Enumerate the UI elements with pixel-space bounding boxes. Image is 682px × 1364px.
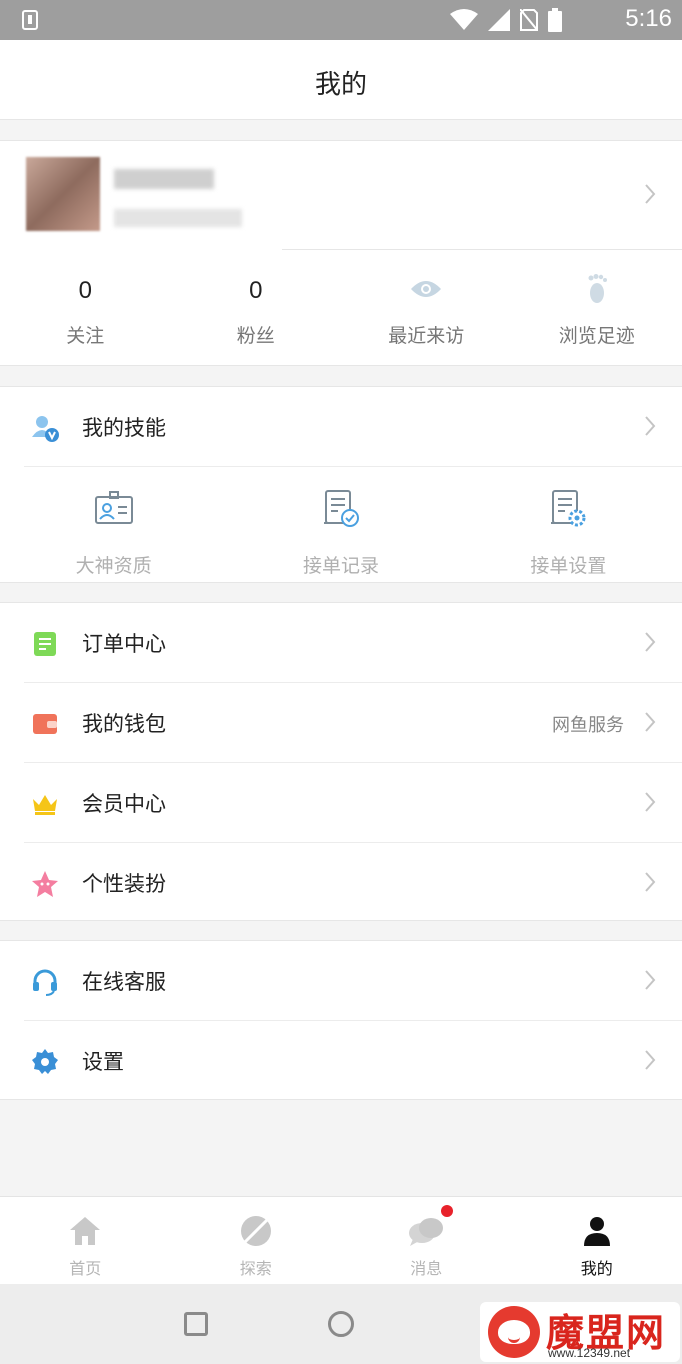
browse-history-label: 浏览足迹 — [558, 325, 635, 347]
stat-fans[interactable]: 0 粉丝 — [171, 269, 342, 349]
my-skills-row[interactable]: 我的技能 — [0, 387, 682, 467]
customer-service-row[interactable]: 在线客服 — [0, 941, 682, 1021]
settings-row[interactable]: 设置 — [0, 1021, 682, 1101]
profile-stats: 0 关注 0 粉丝 最近来访 浏览足迹 — [0, 269, 682, 349]
mascot-logo-icon — [488, 1306, 540, 1358]
menu-group-services: 订单中心 我的钱包 网鱼服务 会员中心 个性装扮 — [0, 602, 682, 921]
username-blurred — [114, 169, 214, 189]
menu-group-support: 在线客服 设置 — [0, 940, 682, 1100]
stat-following[interactable]: 0 关注 — [0, 269, 171, 349]
recent-visitors-label: 最近来访 — [388, 325, 465, 347]
user-id-blurred — [114, 209, 242, 227]
skill-order-settings-label: 接单设置 — [530, 555, 607, 577]
doc-check-icon — [323, 490, 359, 527]
chat-icon — [409, 1218, 444, 1246]
skill-qualification-label: 大神资质 — [75, 555, 152, 577]
wallet-icon — [33, 714, 57, 734]
chevron-right-icon — [645, 872, 656, 892]
skills-section: 我的技能 大神资质 接单记录 接单设置 — [0, 386, 682, 583]
wallet-label: 我的钱包 — [82, 712, 166, 736]
chevron-right-icon — [645, 712, 656, 732]
skill-order-records-label: 接单记录 — [302, 555, 379, 577]
id-card-icon — [94, 491, 133, 524]
headset-icon — [33, 969, 57, 996]
tab-explore[interactable]: 探索 — [171, 1197, 342, 1284]
clock: 5:16 — [625, 5, 672, 32]
recents-button[interactable] — [184, 1312, 208, 1336]
battery-icon — [548, 8, 562, 32]
tab-me-label: 我的 — [580, 1259, 613, 1278]
bottom-tab-bar: 首页 探索 消息 我的 — [0, 1196, 682, 1284]
personalize-label: 个性装扮 — [82, 872, 166, 896]
stat-recent-visitors[interactable]: 最近来访 — [341, 269, 512, 349]
tab-home-label: 首页 — [69, 1259, 102, 1278]
unread-badge — [441, 1205, 453, 1217]
skill-order-settings[interactable]: 接单设置 — [455, 467, 682, 583]
tab-explore-label: 探索 — [239, 1259, 272, 1278]
tab-messages[interactable]: 消息 — [341, 1197, 512, 1284]
doc-gear-icon — [551, 490, 586, 527]
skill-grid: 大神资质 接单记录 接单设置 — [0, 467, 682, 583]
membership-row[interactable]: 会员中心 — [0, 763, 682, 843]
membership-label: 会员中心 — [82, 792, 166, 816]
stat-browse-history[interactable]: 浏览足迹 — [512, 269, 682, 349]
watermark: 魔盟网 www.12349.net — [480, 1302, 680, 1362]
tab-home[interactable]: 首页 — [0, 1197, 171, 1284]
chevron-right-icon — [645, 792, 656, 812]
fans-count: 0 — [249, 277, 263, 304]
divider — [282, 249, 682, 250]
chevron-right-icon — [645, 416, 656, 436]
order-icon — [34, 632, 56, 656]
customer-service-label: 在线客服 — [82, 970, 166, 994]
following-label: 关注 — [66, 325, 105, 347]
no-sim-icon — [520, 9, 538, 31]
status-icons — [450, 8, 562, 32]
order-center-label: 订单中心 — [82, 632, 166, 656]
chevron-right-icon — [645, 970, 656, 990]
download-icon — [22, 10, 38, 30]
crown-icon — [33, 795, 57, 815]
watermark-url: www.12349.net — [548, 1346, 631, 1360]
signal-icon — [488, 9, 510, 31]
star-icon — [32, 871, 58, 897]
wallet-row[interactable]: 我的钱包 网鱼服务 — [0, 683, 682, 763]
personalize-row[interactable]: 个性装扮 — [0, 843, 682, 923]
home-button[interactable] — [328, 1311, 354, 1337]
gear-icon — [32, 1049, 58, 1074]
title-bar: 我的 — [0, 40, 682, 120]
user-verified-icon — [32, 416, 59, 442]
status-bar: 5:16 — [0, 0, 682, 40]
home-icon — [70, 1217, 101, 1245]
tab-me[interactable]: 我的 — [512, 1197, 682, 1284]
skill-order-records[interactable]: 接单记录 — [227, 467, 454, 583]
wifi-icon — [450, 9, 478, 30]
chevron-right-icon — [645, 1050, 656, 1070]
order-center-row[interactable]: 订单中心 — [0, 603, 682, 683]
page-title: 我的 — [314, 70, 367, 100]
following-count: 0 — [78, 277, 92, 304]
my-skills-label: 我的技能 — [82, 416, 166, 440]
settings-label: 设置 — [82, 1050, 124, 1074]
explore-icon — [240, 1216, 271, 1246]
footprint-icon — [588, 274, 607, 303]
chevron-right-icon — [645, 632, 656, 652]
skill-qualification[interactable]: 大神资质 — [0, 467, 227, 583]
fans-label: 粉丝 — [236, 325, 275, 347]
avatar[interactable] — [26, 157, 100, 231]
person-icon — [583, 1217, 610, 1246]
tab-messages-label: 消息 — [410, 1259, 443, 1278]
chevron-right-icon[interactable] — [644, 183, 656, 205]
eye-icon — [411, 281, 442, 297]
profile-card[interactable]: 0 关注 0 粉丝 最近来访 浏览足迹 — [0, 140, 682, 366]
wallet-service-text: 网鱼服务 — [552, 715, 624, 736]
